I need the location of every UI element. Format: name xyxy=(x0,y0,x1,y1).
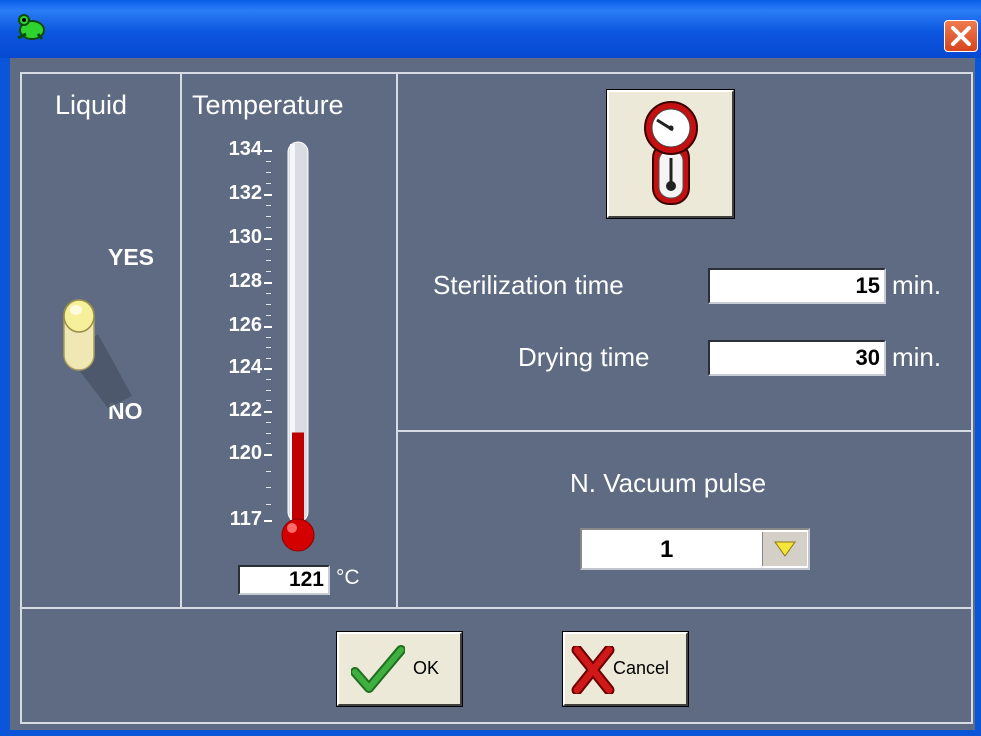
temperature-minor-tick xyxy=(266,304,271,305)
temperature-minor-tick xyxy=(266,487,271,488)
liquid-toggle-switch[interactable] xyxy=(58,296,138,408)
vacuum-pulse-value: 1 xyxy=(660,536,674,563)
cancel-button[interactable]: Cancel xyxy=(562,631,689,707)
temperature-minor-tick xyxy=(266,315,271,316)
temperature-minor-tick xyxy=(266,443,271,444)
temperature-minor-tick xyxy=(266,183,271,184)
temperature-tick-label: 134 xyxy=(228,138,262,160)
temperature-minor-tick xyxy=(266,293,271,294)
temperature-major-tick xyxy=(264,194,272,196)
temperature-minor-tick xyxy=(266,216,271,217)
dialog-window: Liquid YES NO Temperature 121 °C Sterili… xyxy=(0,0,981,736)
temperature-minor-tick xyxy=(266,390,271,391)
temperature-major-tick xyxy=(264,282,272,284)
temperature-tick-label: 126 xyxy=(228,314,262,336)
gauge-button[interactable] xyxy=(606,89,735,219)
temperature-minor-tick xyxy=(266,400,271,401)
temperature-tick-label: 122 xyxy=(228,399,262,421)
outer-border-top xyxy=(20,72,973,74)
divider-right-horizontal xyxy=(396,430,973,432)
temperature-minor-tick xyxy=(266,271,271,272)
temperature-minor-tick xyxy=(266,504,271,505)
divider-bottom-buttons xyxy=(20,607,973,609)
temperature-minor-tick xyxy=(266,337,271,338)
temperature-minor-tick xyxy=(266,260,271,261)
temperature-tick-label: 130 xyxy=(228,226,262,248)
close-icon xyxy=(951,26,971,46)
outer-border-bottom xyxy=(20,722,973,724)
sterilization-time-field[interactable]: 15 xyxy=(708,268,886,304)
temperature-header: Temperature xyxy=(192,90,344,120)
temperature-minor-tick xyxy=(266,422,271,423)
pressure-gauge-icon xyxy=(644,101,698,205)
temperature-tick-label: 120 xyxy=(228,442,262,464)
outer-border-left xyxy=(20,72,22,724)
outer-border-right xyxy=(971,72,973,724)
temperature-tick-label: 124 xyxy=(228,356,262,378)
temperature-minor-tick xyxy=(266,172,271,173)
temperature-tick-label: 128 xyxy=(228,270,262,292)
window-frame-right xyxy=(975,58,981,736)
window-frame-bottom xyxy=(0,730,981,736)
vacuum-pulse-label: N. Vacuum pulse xyxy=(570,468,767,498)
liquid-yes-label: YES xyxy=(108,244,155,270)
ok-button[interactable]: OK xyxy=(336,631,463,707)
temperature-tick-label: 132 xyxy=(228,182,262,204)
temperature-minor-tick xyxy=(266,358,271,359)
checkmark-icon xyxy=(351,645,405,693)
temperature-major-tick xyxy=(264,454,272,456)
temperature-minor-tick xyxy=(266,433,271,434)
drying-time-label: Drying time xyxy=(518,342,650,372)
dialog-client-area: Liquid YES NO Temperature 121 °C Sterili… xyxy=(10,58,975,730)
temperature-unit: °C xyxy=(336,566,360,589)
sterilization-time-unit: min. xyxy=(892,270,942,300)
temperature-major-tick xyxy=(264,150,272,152)
window-frame-left xyxy=(0,58,10,736)
drying-time-field[interactable]: 30 xyxy=(708,340,886,376)
temperature-major-tick xyxy=(264,238,272,240)
cancel-x-icon xyxy=(571,646,615,694)
temperature-minor-tick xyxy=(266,347,271,348)
frog-app-icon xyxy=(17,14,45,40)
temperature-major-tick xyxy=(264,326,272,328)
chevron-down-icon xyxy=(774,541,796,557)
sterilization-time-label: Sterilization time xyxy=(433,270,624,300)
liquid-header: Liquid xyxy=(55,90,128,120)
vacuum-dropdown-button[interactable] xyxy=(762,532,807,566)
title-bar xyxy=(0,0,981,58)
cancel-label: Cancel xyxy=(613,658,670,678)
temperature-tick-label: 117 xyxy=(229,508,262,530)
temperature-minor-tick xyxy=(266,227,271,228)
close-button[interactable] xyxy=(944,20,978,52)
temperature-minor-tick xyxy=(266,471,271,472)
temperature-major-tick xyxy=(264,411,272,413)
divider-temp-right xyxy=(396,72,398,608)
drying-time-unit: min. xyxy=(892,342,942,372)
temperature-minor-tick xyxy=(266,161,271,162)
temperature-value-field[interactable]: 121 xyxy=(238,565,330,595)
temperature-minor-tick xyxy=(266,205,271,206)
temperature-major-tick xyxy=(264,520,272,522)
ok-label: OK xyxy=(413,658,440,678)
temperature-minor-tick xyxy=(266,379,271,380)
vacuum-pulse-select[interactable]: 1 xyxy=(580,528,810,570)
thermometer xyxy=(281,141,315,552)
temperature-minor-tick xyxy=(266,249,271,250)
divider-liquid-temp xyxy=(180,72,182,608)
temperature-major-tick xyxy=(264,368,272,370)
